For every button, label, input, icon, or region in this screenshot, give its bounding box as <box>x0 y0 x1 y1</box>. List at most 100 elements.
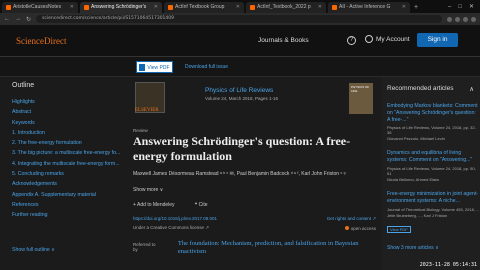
favicon-icon <box>168 5 173 10</box>
favicon-icon <box>332 5 337 10</box>
address-bar: ← → ↻ sciencedirect.com/science/article/… <box>0 13 480 25</box>
recommended-header: Recommended articles ∧ <box>387 85 480 93</box>
close-tab-icon[interactable]: ✕ <box>151 2 158 13</box>
outline-item[interactable]: Keywords <box>12 120 112 130</box>
author-list[interactable]: Maxwell James Désormeau Ramstead ᵃ ᵇ ᶜ ✉… <box>133 170 376 178</box>
site-header: ScienceDirect Journals & Books ? My Acco… <box>0 25 480 57</box>
journal-cover-image[interactable]: PHYSICS OF LIFE <box>349 83 373 114</box>
collapse-chevron-icon[interactable]: ∧ <box>469 85 474 93</box>
forward-icon[interactable]: → <box>15 16 21 22</box>
window-controls: – □ ✕ <box>448 2 480 13</box>
browser-tab[interactable]: ActInf_Textbook_2022 p ✕ <box>246 2 326 13</box>
url-input[interactable]: sciencedirect.com/science/article/pii/S1… <box>36 15 442 23</box>
tab-label: ActInf Textbook Group <box>175 4 225 10</box>
outline-item[interactable]: Abstract <box>12 109 112 119</box>
open-access-label: open access <box>350 225 376 231</box>
recommended-title: Recommended articles <box>387 85 454 92</box>
profile-icon[interactable] <box>471 16 476 22</box>
article-title: Answering Schrödinger's question: A free… <box>133 134 351 163</box>
sciencedirect-logo[interactable]: ScienceDirect <box>16 36 66 46</box>
outline-list: Highlights Abstract Keywords 1. Introduc… <box>12 99 120 223</box>
reload-icon[interactable]: ↻ <box>26 16 31 23</box>
elsevier-wordmark: ELSEVIER <box>135 108 159 113</box>
browser-tab-active[interactable]: Answering Schrödinger's ✕ <box>80 2 162 13</box>
timestamp-overlay: 2023-11-28 05:14:31 <box>419 262 477 268</box>
referred-to-by: Referred to by The foundation: Mechanism… <box>133 240 376 256</box>
recommended-article-meta: Journal of Theoretical Biology, Volume 4… <box>387 206 480 212</box>
open-access-badge: open access <box>344 225 376 231</box>
add-to-mendeley-button[interactable]: + Add to Mendeley <box>133 202 175 208</box>
favicon-icon <box>6 5 11 10</box>
favicon-icon <box>250 5 255 10</box>
extension-icon[interactable] <box>455 16 460 22</box>
outline-item[interactable]: 1. Introduction <box>12 130 112 140</box>
help-icon[interactable]: ? <box>347 36 356 45</box>
recommended-article-title[interactable]: Dynamics and equilibria of living system… <box>387 150 480 164</box>
browser-tab[interactable]: AristotleCausesNotes ✕ <box>2 2 78 13</box>
tab-label: ActInf_Textbook_2022 p <box>257 4 311 10</box>
outline-item[interactable]: References <box>12 202 112 212</box>
close-tab-icon[interactable]: ✕ <box>315 2 322 13</box>
pdf-icon <box>139 64 146 72</box>
outline-panel: Outline Highlights Abstract Keywords 1. … <box>12 82 120 223</box>
doi-row: https://doi.org/10.1016/j.plrev.2017.09.… <box>133 216 376 222</box>
cite-button[interactable]: ❝ Cite <box>195 202 208 208</box>
outline-item[interactable]: 2. The free-energy formulation <box>12 140 112 150</box>
tab-label: AristotleCausesNotes <box>13 4 62 10</box>
outline-title: Outline <box>12 82 35 89</box>
browser-tab[interactable]: AII - Active Inference G ✕ <box>328 2 410 13</box>
article-main: ELSEVIER Physics of Life Reviews Volume … <box>133 80 376 256</box>
creative-commons-link[interactable]: Under a Creative Commons license ↗ <box>133 225 209 231</box>
outline-item[interactable]: Appendix A. Supplementary material <box>12 192 112 202</box>
open-access-icon <box>344 226 349 230</box>
recommended-article-title[interactable]: Embodying Markov blankets: Comment on "A… <box>387 103 480 123</box>
cover-text: PHYSICS OF LIFE <box>351 85 370 93</box>
back-icon[interactable]: ← <box>4 16 10 22</box>
recommended-view-pdf-button[interactable]: View PDF <box>387 225 411 233</box>
close-window-button[interactable]: ✕ <box>469 2 474 13</box>
extension-icon[interactable] <box>447 16 452 22</box>
recommended-article-authors: Giovanni Pezzulo, Michael Levin <box>387 136 445 142</box>
show-more-articles-link[interactable]: Show 3 more articles ∨ <box>387 245 480 251</box>
show-more-button[interactable]: Show more ∨ <box>133 187 376 193</box>
show-full-outline-link[interactable]: Show full outline ∨ <box>12 247 55 253</box>
get-rights-link[interactable]: Get rights and content ↗ <box>327 216 376 222</box>
my-account-button[interactable]: My Account <box>365 35 410 43</box>
new-tab-button[interactable]: + <box>414 2 418 13</box>
referred-by-article-link[interactable]: The foundation: Mechanism, prediction, a… <box>178 240 376 256</box>
article-type: Review <box>133 128 148 133</box>
download-full-issue-link[interactable]: Download full issue <box>185 64 228 70</box>
outline-item[interactable]: Highlights <box>12 99 112 109</box>
journal-title-link[interactable]: Physics of Life Reviews <box>205 87 273 94</box>
tab-label: AII - Active Inference G <box>339 4 391 10</box>
logo-text: ScienceDirect <box>16 36 67 46</box>
minimize-button[interactable]: – <box>448 2 451 13</box>
recommended-article: Dynamics and equilibria of living system… <box>387 150 480 182</box>
close-tab-icon[interactable]: ✕ <box>399 2 406 13</box>
maximize-button[interactable]: □ <box>458 2 462 13</box>
extension-icon[interactable] <box>463 16 468 22</box>
sign-in-button[interactable]: Sign in <box>417 33 458 47</box>
journals-books-link[interactable]: Journals & Books <box>258 37 309 44</box>
journal-volume-link[interactable]: Volume 24, March 2018, Pages 1-16 <box>205 96 278 101</box>
browser-tab[interactable]: ActInf Textbook Group ✕ <box>164 2 244 13</box>
outline-item[interactable]: Acknowledgements <box>12 181 112 191</box>
view-pdf-label: View PDF <box>147 65 170 71</box>
view-pdf-button[interactable]: View PDF <box>136 61 173 73</box>
outline-item[interactable]: 4. Integrating the multiscale free-energ… <box>12 161 120 171</box>
extensions <box>447 16 476 22</box>
close-tab-icon[interactable]: ✕ <box>67 2 74 13</box>
recommended-article-meta: Physics of Life Reviews, Volume 24, 2018… <box>387 165 476 176</box>
license-row: Under a Creative Commons license ↗ open … <box>133 225 376 231</box>
browser-tab-bar: AristotleCausesNotes ✕ Answering Schrödin… <box>0 0 480 13</box>
doi-link[interactable]: https://doi.org/10.1016/j.plrev.2017.09.… <box>133 216 217 222</box>
recommended-article-title[interactable]: Free-energy minimization in joint agent-… <box>387 191 480 205</box>
article-actions: + Add to Mendeley ❝ Cite <box>133 202 376 208</box>
outline-item[interactable]: Further reading <box>12 212 112 222</box>
outline-item[interactable]: 5. Concluding remarks <box>12 171 112 181</box>
close-tab-icon[interactable]: ✕ <box>233 2 240 13</box>
journal-header: ELSEVIER Physics of Life Reviews Volume … <box>133 80 376 118</box>
recommended-article: Free-energy minimization in joint agent-… <box>387 191 480 236</box>
recommended-article: Embodying Markov blankets: Comment on "A… <box>387 103 480 141</box>
outline-item[interactable]: 3. The big picture: a multiscale free-en… <box>12 150 120 160</box>
